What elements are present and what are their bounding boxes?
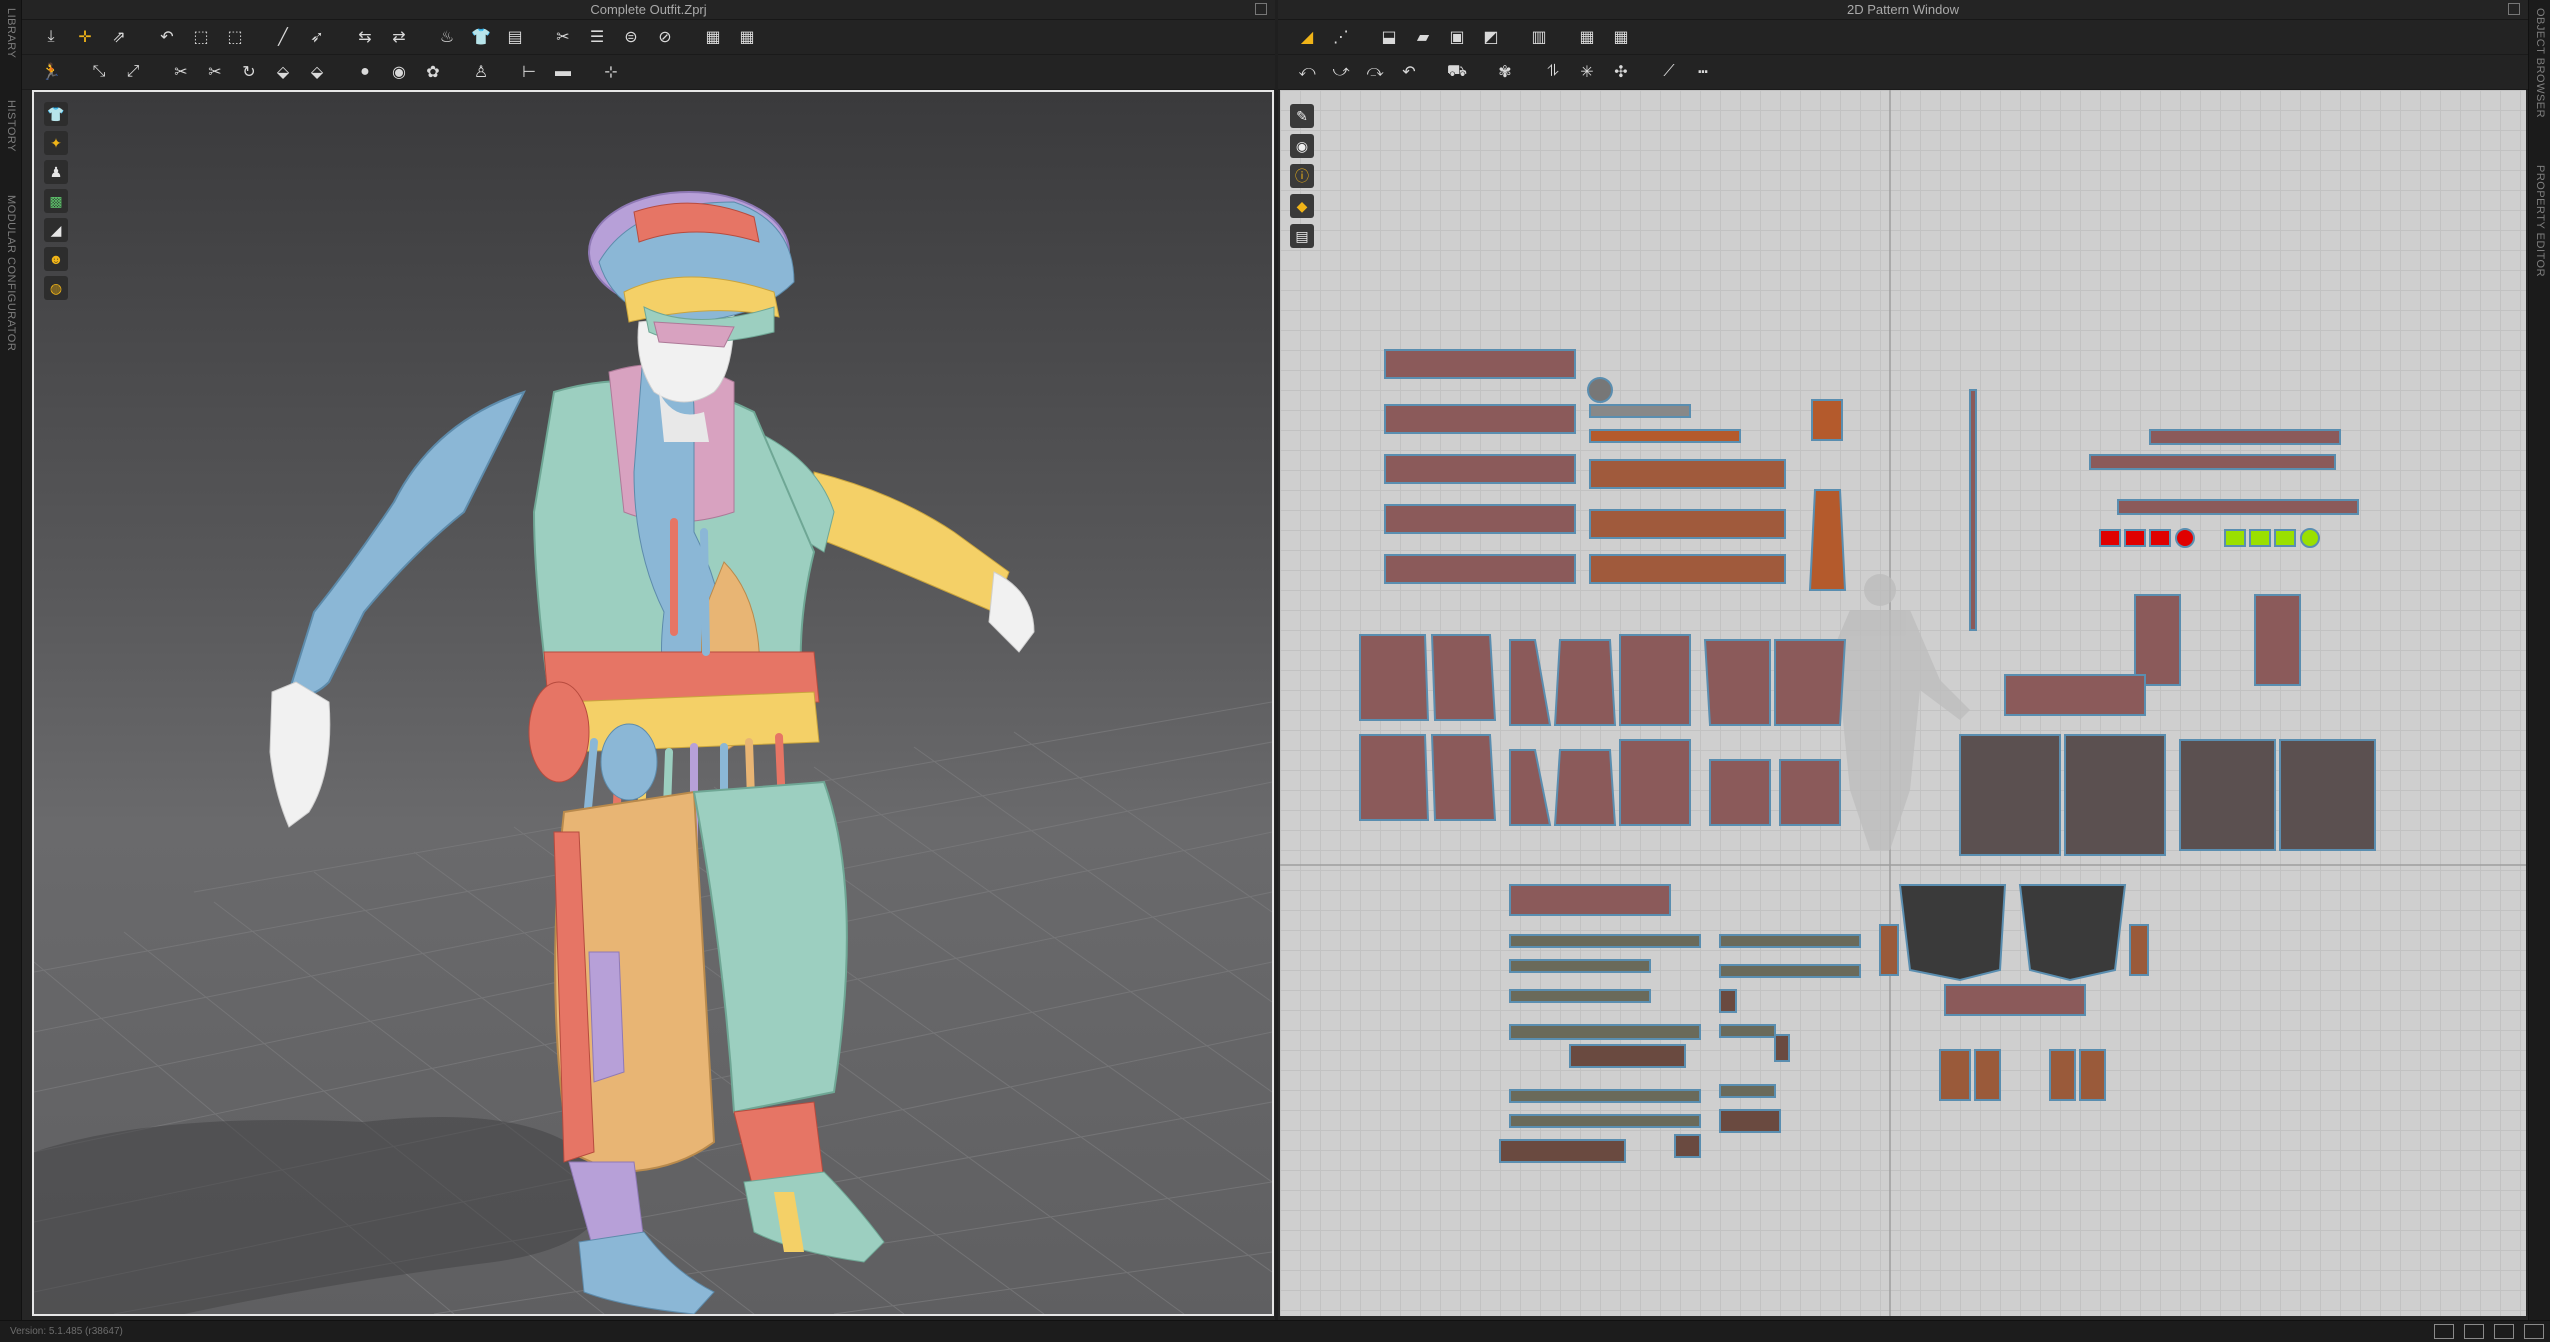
2d-toolbar-bottom: ⤺ ⤻ ⤼ ↶ ⛟ ✾ ⥮ ✳ ✣ ⟋ ┅: [1278, 55, 2528, 90]
2d-toolbar-top: ◢ ⋰ ⬓ ▰ ▣ ◩ ▥ ▦ ▦: [1278, 20, 2528, 55]
surface-icon[interactable]: ◢: [44, 218, 68, 242]
segment-sewing-icon[interactable]: ⤺: [1292, 58, 1322, 86]
3d-toolbar-bottom: 🏃 ⤡ ⤢ ✂ ✂ ↻ ⬙ ⬙ ● ◉ ✿ ♙ ⊢ ▬ ⊹: [22, 55, 1275, 90]
eye-icon[interactable]: ◉: [1290, 134, 1314, 158]
fold-icon[interactable]: ⇆: [350, 23, 380, 51]
info-icon[interactable]: ⓘ: [1290, 164, 1314, 188]
layout-fullscreen-icon[interactable]: [2524, 1324, 2544, 1339]
check-sewing-icon[interactable]: ↶: [1394, 58, 1424, 86]
internal-shape-icon[interactable]: ▣: [1442, 23, 1472, 51]
edit-curve-icon[interactable]: ↻: [234, 58, 264, 86]
edit-point-icon[interactable]: ⋰: [1326, 23, 1356, 51]
free-sewing-icon[interactable]: ⤻: [1326, 58, 1356, 86]
window-pin-icon[interactable]: [1255, 3, 1267, 15]
version-label: Version: 5.1.485 (r38647): [10, 1326, 123, 1337]
rectangle-icon[interactable]: ▰: [1408, 23, 1438, 51]
layout-split-icon[interactable]: [2464, 1324, 2484, 1339]
ruler-icon[interactable]: ✎: [1290, 104, 1314, 128]
grid-icon[interactable]: ▦: [698, 23, 728, 51]
zipper-icon[interactable]: ☰: [582, 23, 612, 51]
button-icon[interactable]: ✂: [548, 23, 578, 51]
grid-alt-icon[interactable]: ▦: [732, 23, 762, 51]
pleat-icon[interactable]: ✳: [1572, 58, 1602, 86]
status-bar: Version: 5.1.485 (r38647): [0, 1320, 2550, 1342]
2d-window-titlebar: 2D Pattern Window: [1278, 0, 2528, 20]
internal-line-icon[interactable]: ⤡: [84, 58, 114, 86]
accessory-icon[interactable]: ⊜: [616, 23, 646, 51]
layout-switcher: [2434, 1324, 2544, 1339]
cut-alt-icon[interactable]: ✂: [200, 58, 230, 86]
sewing-edit-icon[interactable]: ⤼: [1360, 58, 1390, 86]
measure-icon[interactable]: ╱: [268, 23, 298, 51]
window-pin-icon[interactable]: [2508, 3, 2520, 15]
transform-pattern-icon[interactable]: ◢: [1292, 23, 1322, 51]
3d-window-titlebar: Complete Outfit.Zprj: [22, 0, 1275, 20]
figure-icon[interactable]: ♙: [466, 58, 496, 86]
3d-toolbar-top: ⤓ ✛ ⇗ ↶ ⬚ ⬚ ╱ ➶ ⇆ ⇄ ♨ 👕 ▤ ✂ ☰ ⊜ ⊘ ▦ ▦: [22, 20, 1275, 55]
avatar-shadow: [34, 1117, 603, 1314]
app-window: LIBRARY HISTORY MODULAR CONFIGURATOR Com…: [0, 0, 2550, 1342]
2d-pattern-panel: 2D Pattern Window ◢ ⋰ ⬓ ▰ ▣ ◩ ▥ ▦ ▦ ⤺ ⤻ …: [1278, 0, 2528, 1320]
left-side-rail: LIBRARY HISTORY MODULAR CONFIGURATOR: [0, 0, 22, 1320]
pin-box-icon[interactable]: ⬚: [186, 23, 216, 51]
3d-window-title: Complete Outfit.Zprj: [590, 2, 707, 17]
layout-2d-icon[interactable]: [2494, 1324, 2514, 1339]
texture-display-icon[interactable]: ✦: [44, 131, 68, 155]
stitch-icon[interactable]: ⬙: [268, 58, 298, 86]
trace-icon[interactable]: ▥: [1524, 23, 1554, 51]
select-move-icon[interactable]: ⤓: [36, 23, 66, 51]
right-side-rail: OBJECT BROWSER PROPERTY EDITOR: [2528, 0, 2550, 1320]
tape-icon[interactable]: ➶: [302, 23, 332, 51]
polygon-icon[interactable]: ⬓: [1374, 23, 1404, 51]
avatar-pose-icon[interactable]: 🏃: [36, 58, 66, 86]
color-map-icon[interactable]: ▩: [44, 189, 68, 213]
binding-icon[interactable]: ✣: [1606, 58, 1636, 86]
bullet-icon[interactable]: ●: [350, 58, 380, 86]
select-mesh-icon[interactable]: ⇗: [104, 23, 134, 51]
3d-viewport[interactable]: 👕 ✦ ♟ ▩ ◢ ☻ ◍: [32, 90, 1274, 1316]
viewport-display-toolbar: 👕 ✦ ♟ ▩ ◢ ☻ ◍: [44, 102, 68, 300]
pattern-pieces: [1280, 90, 2526, 1316]
3d-window-panel: Complete Outfit.Zprj ⤓ ✛ ⇗ ↶ ⬚ ⬚ ╱ ➶ ⇆ ⇄…: [22, 0, 1275, 1320]
ruler-edit-icon[interactable]: ⊢: [514, 58, 544, 86]
globe-icon[interactable]: ◍: [44, 276, 68, 300]
avatar-skin-icon[interactable]: ☻: [44, 247, 68, 271]
layout-3d-icon[interactable]: [2434, 1324, 2454, 1339]
gizmo-icon[interactable]: ⊹: [596, 58, 626, 86]
3d-scene: [34, 191, 1272, 1314]
dart-icon[interactable]: ◩: [1476, 23, 1506, 51]
2d-pattern-canvas[interactable]: ✎ ◉ ⓘ ◆ ▤: [1280, 90, 2526, 1316]
pattern-display-toolbar: ✎ ◉ ⓘ ◆ ▤: [1290, 104, 1314, 248]
dash-line-icon[interactable]: ┅: [1688, 58, 1718, 86]
fold-arrangement-icon[interactable]: ⛟: [1442, 58, 1472, 86]
transform-icon[interactable]: ✛: [70, 23, 100, 51]
avatar-display-icon[interactable]: ♟: [44, 160, 68, 184]
pin-icon[interactable]: ↶: [152, 23, 182, 51]
sphere-icon[interactable]: ◉: [384, 58, 414, 86]
fabric-icon[interactable]: ◆: [1290, 194, 1314, 218]
fabric-stack-icon[interactable]: ▬: [548, 58, 578, 86]
segment-icon[interactable]: ⤢: [118, 58, 148, 86]
cut-icon[interactable]: ✂: [166, 58, 196, 86]
fur-icon[interactable]: ✿: [418, 58, 448, 86]
line-tool-icon[interactable]: ⟋: [1654, 58, 1684, 86]
2d-window-title: 2D Pattern Window: [1847, 2, 1959, 17]
stitch-alt-icon[interactable]: ⬙: [302, 58, 332, 86]
grid-alt-icon[interactable]: ▦: [1606, 23, 1636, 51]
topstitch-icon[interactable]: ⊘: [650, 23, 680, 51]
arrange-icon[interactable]: ⇄: [384, 23, 414, 51]
grid-icon[interactable]: ▦: [1572, 23, 1602, 51]
layer-icon[interactable]: ▤: [1290, 224, 1314, 248]
topstitch-icon[interactable]: ✾: [1490, 58, 1520, 86]
pin-lasso-icon[interactable]: ⬚: [220, 23, 250, 51]
layers-icon[interactable]: ▤: [500, 23, 530, 51]
puckering-icon[interactable]: ⥮: [1538, 58, 1568, 86]
steam-icon[interactable]: ♨: [432, 23, 462, 51]
garment-display-icon[interactable]: 👕: [44, 102, 68, 126]
shirt-icon[interactable]: 👕: [466, 23, 496, 51]
